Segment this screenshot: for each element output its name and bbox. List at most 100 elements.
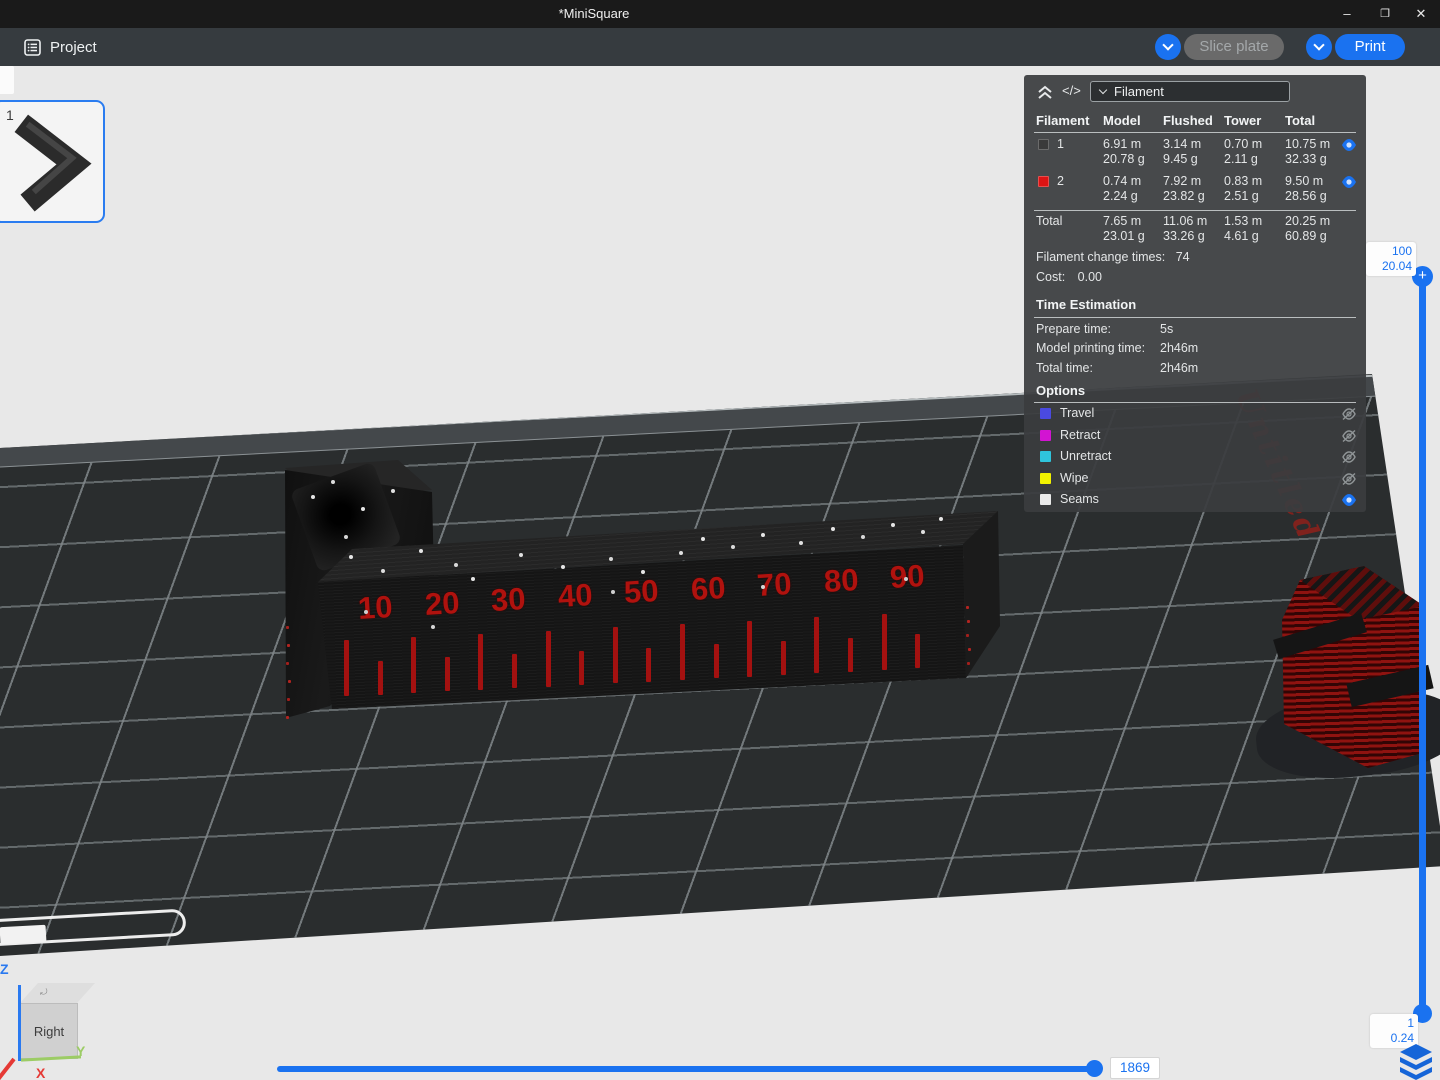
col-header-model: Model: [1103, 113, 1141, 128]
layers-view-icon[interactable]: [1396, 1040, 1436, 1080]
view-type-select[interactable]: Filament: [1090, 81, 1290, 102]
maximize-button[interactable]: ❐: [1368, 0, 1402, 28]
filament-1-visibility-eye-icon[interactable]: [1340, 138, 1360, 154]
cell: 32.33 g: [1285, 152, 1327, 166]
cost-label: Cost:: [1036, 270, 1065, 284]
cell: 2.24 g: [1103, 189, 1138, 203]
top-layer-height: 20.04: [1370, 259, 1412, 274]
layer-slider-track[interactable]: [1419, 278, 1426, 1014]
cell: 11.06 m: [1163, 214, 1207, 228]
model-number-label: 70: [756, 566, 793, 604]
model-tick-mark: [814, 617, 819, 673]
option-swatch: [1040, 430, 1051, 441]
nav-cube-top-face[interactable]: [20, 983, 96, 1003]
divider: [1034, 132, 1356, 133]
prepare-time-label: Prepare time:: [1036, 322, 1111, 336]
print-button[interactable]: Print: [1335, 34, 1405, 60]
cell: 60.89 g: [1285, 229, 1327, 243]
move-slider-value: 1869: [1110, 1057, 1160, 1079]
view-type-value: Filament: [1114, 84, 1164, 99]
cost-value: 0.00: [1078, 270, 1102, 284]
title-bar: *MiniSquare – ❐ ✕: [0, 0, 1440, 28]
model-tick-mark: [579, 651, 584, 685]
axis-x-label: X: [36, 1065, 45, 1080]
divider: [1034, 210, 1356, 211]
option-label: Seams: [1060, 492, 1099, 506]
chevron-down-icon: [1313, 39, 1324, 50]
model-tick-mark: [378, 661, 383, 695]
option-swatch: [1040, 473, 1051, 484]
model-number-label: 30: [490, 581, 527, 619]
prime-tower[interactable]: [1272, 562, 1440, 777]
model-tick-mark: [646, 648, 651, 682]
cell: 9.50 m: [1285, 174, 1323, 188]
divider: [1034, 317, 1356, 318]
option-visibility-eye-icon[interactable]: [1340, 450, 1360, 466]
chevron-down-icon: [1162, 39, 1173, 50]
model-number-label: 60: [689, 570, 726, 608]
filament-2-visibility-eye-icon[interactable]: [1340, 175, 1360, 191]
chevron-down-icon: [1099, 86, 1107, 94]
cell: 4.61 g: [1224, 229, 1259, 243]
plate-thumbnail-card[interactable]: 1: [0, 100, 105, 223]
collapse-panel-icon[interactable]: [1036, 84, 1054, 100]
cell: 20.25 m: [1285, 214, 1330, 228]
option-label: Unretract: [1060, 449, 1111, 463]
option-visibility-eye-icon[interactable]: [1340, 407, 1360, 423]
option-label: Travel: [1060, 406, 1094, 420]
option-visibility-eye-icon[interactable]: [1340, 472, 1360, 488]
project-menu[interactable]: Project: [24, 34, 97, 60]
gcode-view-icon[interactable]: </>: [1062, 83, 1081, 98]
model-tick-mark: [747, 621, 752, 677]
cell: 3.14 m: [1163, 137, 1201, 151]
move-slider-handle[interactable]: [1086, 1060, 1103, 1077]
seam-dots-right: [966, 606, 969, 609]
model-number-label: 90: [889, 558, 926, 596]
model-tick-mark: [680, 624, 685, 680]
filament-change-label: Filament change times:: [1036, 250, 1165, 264]
model-tick-mark: [445, 657, 450, 691]
prepare-time-value: 5s: [1160, 322, 1173, 336]
cell: 0.74 m: [1103, 174, 1141, 188]
option-label: Retract: [1060, 428, 1100, 442]
total-time-value: 2h46m: [1160, 361, 1198, 375]
seam-dots-left: [286, 626, 289, 629]
menu-bar: Project Slice plate Print: [0, 28, 1440, 66]
model-tick-mark: [344, 640, 349, 696]
divider: [1034, 402, 1356, 403]
slice-dropdown-button[interactable]: [1155, 34, 1181, 60]
model-tick-mark: [714, 644, 719, 678]
cell: 23.01 g: [1103, 229, 1145, 243]
move-slider-track[interactable]: [277, 1066, 1093, 1072]
cell: 7.65 m: [1103, 214, 1141, 228]
time-estimation-title: Time Estimation: [1036, 297, 1136, 312]
navigation-cube[interactable]: Right ⤾ Z Y X: [0, 961, 120, 1080]
plate-thumbnail-model: [0, 102, 103, 221]
model-number-label: 20: [423, 585, 460, 623]
cell: 28.56 g: [1285, 189, 1327, 203]
axis-z-label: Z: [0, 961, 9, 977]
total-time-label: Total time:: [1036, 361, 1093, 375]
filament-2-id: 2: [1057, 174, 1064, 188]
rotate-icon: ⤾: [40, 987, 48, 998]
window-title: *MiniSquare: [0, 0, 1188, 28]
slice-plate-button[interactable]: Slice plate: [1184, 34, 1284, 60]
model-tick-mark: [411, 637, 416, 693]
option-visibility-eye-icon[interactable]: [1340, 429, 1360, 445]
bottom-layer-number: 1: [1374, 1016, 1414, 1031]
option-visibility-eye-icon[interactable]: [1340, 493, 1360, 509]
filament-1-swatch: [1038, 139, 1049, 150]
close-button[interactable]: ✕: [1404, 0, 1438, 28]
cell: 2.51 g: [1224, 189, 1259, 203]
model-tick-mark: [781, 641, 786, 675]
option-swatch: [1040, 494, 1051, 505]
cell: 23.82 g: [1163, 189, 1205, 203]
collapsed-panel-tab[interactable]: [0, 66, 14, 94]
col-header-filament: Filament: [1036, 113, 1089, 128]
minimize-button[interactable]: –: [1330, 0, 1364, 28]
print-dropdown-button[interactable]: [1306, 34, 1332, 60]
cell: 33.26 g: [1163, 229, 1205, 243]
nav-cube-front-face[interactable]: Right: [20, 1003, 78, 1059]
cell: 9.45 g: [1163, 152, 1198, 166]
plate-corner-wedge: [0, 925, 46, 945]
